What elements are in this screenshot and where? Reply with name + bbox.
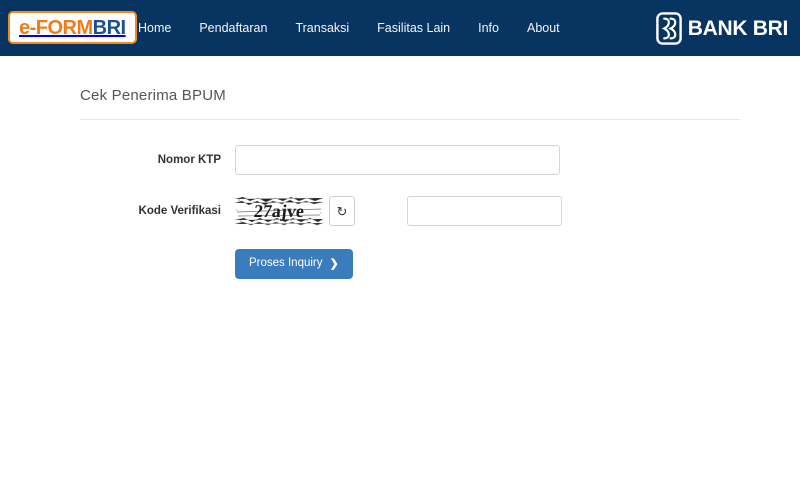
- bank-bri-mark-icon: [655, 11, 682, 45]
- kode-verifikasi-input[interactable]: [407, 196, 562, 226]
- brand-logo-bri: BRI: [92, 16, 126, 39]
- nav-link-transaksi[interactable]: Transaksi: [281, 0, 363, 56]
- nomor-ktp-input[interactable]: [235, 145, 560, 175]
- captcha-spacer: [355, 211, 407, 212]
- brand-logo-eform: e-FORM: [19, 16, 93, 39]
- proses-inquiry-button[interactable]: Proses Inquiry ❯: [235, 249, 353, 279]
- primary-navigation: Home Pendaftaran Transaksi Fasilitas Lai…: [124, 0, 574, 56]
- label-nomor-ktp: Nomor KTP: [157, 154, 221, 166]
- chevron-right-icon: ❯: [329, 257, 339, 270]
- proses-inquiry-label: Proses Inquiry: [249, 257, 323, 270]
- control-area-submit: Proses Inquiry ❯: [235, 249, 353, 279]
- bank-bri-logo: BANK BRI: [655, 10, 789, 46]
- control-area-nomor-ktp: [235, 145, 560, 175]
- navbar-inner: e-FORM BRI Home Pendaftaran Transaksi Fas…: [0, 0, 800, 56]
- top-navbar: e-FORM BRI Home Pendaftaran Transaksi Fas…: [0, 0, 800, 56]
- captcha-image: 27ajve: [235, 196, 323, 226]
- label-kode-verifikasi: Kode Verifikasi: [138, 205, 221, 217]
- form-row-submit: Proses Inquiry ❯: [0, 249, 800, 279]
- brand-logo[interactable]: e-FORM BRI: [8, 11, 137, 44]
- form-row-nomor-ktp: Nomor KTP: [0, 145, 800, 175]
- nav-link-about[interactable]: About: [513, 0, 574, 56]
- page-root: e-FORM BRI Home Pendaftaran Transaksi Fas…: [0, 0, 800, 500]
- nav-link-fasilitas-lain[interactable]: Fasilitas Lain: [363, 0, 464, 56]
- nav-link-pendaftaran[interactable]: Pendaftaran: [185, 0, 281, 56]
- nav-link-info[interactable]: Info: [464, 0, 513, 56]
- bank-bri-wordmark: BANK BRI: [687, 16, 789, 40]
- page-title: Cek Penerima BPUM: [80, 87, 226, 104]
- control-area-kode-verifikasi: 27ajve ↻: [235, 196, 562, 226]
- nav-link-home[interactable]: Home: [124, 0, 185, 56]
- title-divider: [80, 119, 740, 120]
- captcha-text: 27ajve: [253, 200, 306, 221]
- captcha-refresh-icon[interactable]: ↻: [329, 196, 355, 226]
- form-row-kode-verifikasi: Kode Verifikasi 27ajve ↻: [0, 196, 800, 226]
